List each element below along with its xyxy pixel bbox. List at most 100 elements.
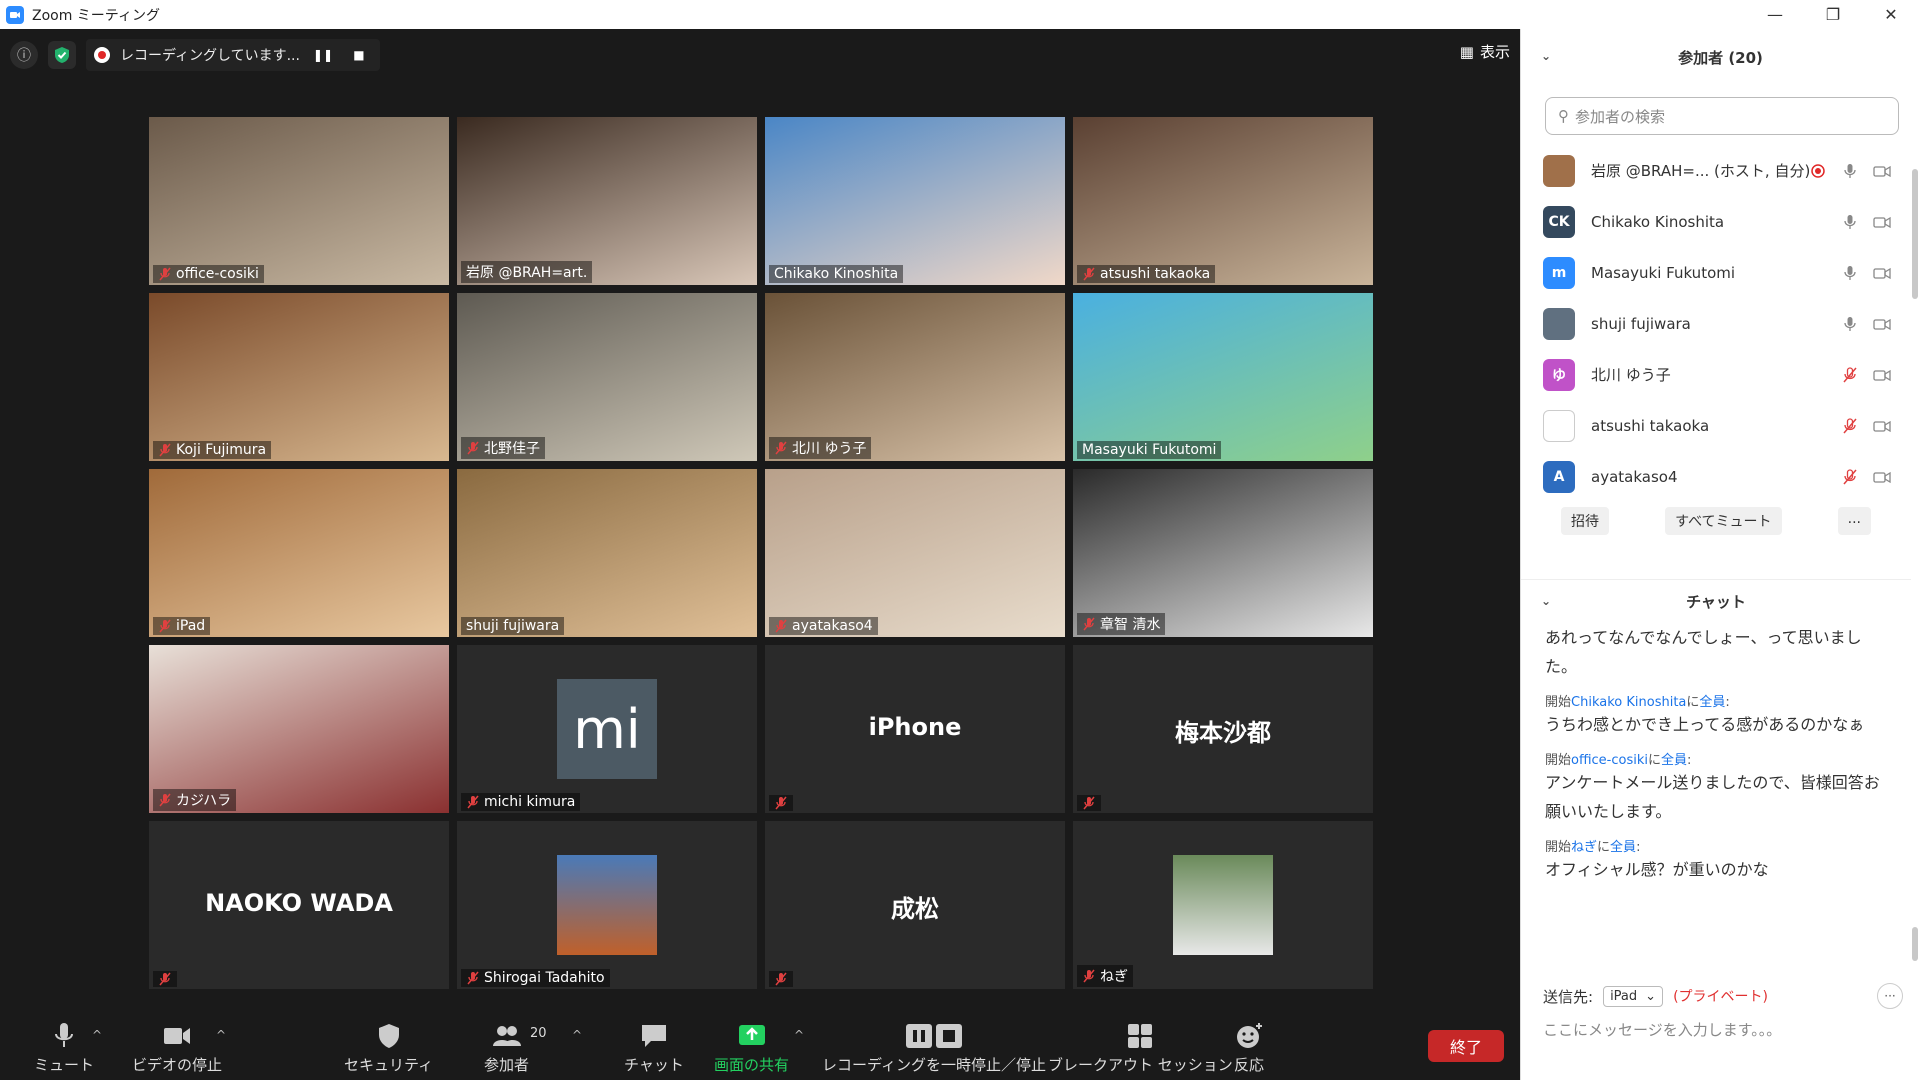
shield-check-icon[interactable] [48, 41, 76, 69]
video-tile[interactable]: Chikako Kinoshita [765, 117, 1065, 285]
pause-stop-recording-button[interactable]: レコーディングを一時停止／停止 [822, 1022, 1046, 1075]
video-tile[interactable]: office-cosiki [149, 117, 449, 285]
video-tile[interactable]: 成松 [765, 821, 1065, 989]
participant-name: 北川 ゆう子 [792, 441, 867, 457]
video-camera-icon[interactable] [1873, 366, 1891, 384]
participants-count: 20 [530, 1026, 547, 1041]
video-camera-icon[interactable] [1873, 468, 1891, 486]
invite-button[interactable]: 招待 [1561, 507, 1609, 535]
chat-message-input[interactable]: ここにメッセージを入力します。。。 [1543, 1019, 1781, 1040]
video-tile[interactable]: mi michi kimura [457, 645, 757, 813]
participant-name: iPad [176, 618, 206, 634]
private-label: (プライベート) [1673, 989, 1768, 1005]
microphone-icon[interactable] [1841, 264, 1859, 282]
microphone-icon[interactable] [1841, 162, 1859, 180]
stop-recording-button[interactable]: ■ [346, 43, 372, 67]
chat-collapse-chevron-icon[interactable]: ⌄ [1541, 594, 1551, 608]
participant-name-label: office-cosiki [153, 265, 264, 283]
more-options-button[interactable]: ... [1837, 507, 1871, 535]
send-to-select[interactable]: iPad ⌄ [1603, 985, 1664, 1007]
participant-search-input[interactable]: ⚲ 参加者の検索 [1545, 97, 1899, 135]
video-tile[interactable]: NAOKO WADA [149, 821, 449, 989]
message-recipient[interactable]: 全員 [1699, 695, 1725, 710]
message-sender[interactable]: office-cosiki [1571, 753, 1648, 768]
message-sender[interactable]: ねぎ [1571, 840, 1597, 855]
muted-mic-icon [1083, 267, 1095, 281]
video-tile[interactable]: atsushi takaoka [1073, 117, 1373, 285]
video-camera-icon[interactable] [1873, 264, 1891, 282]
video-camera-icon[interactable] [1873, 417, 1891, 435]
video-tile[interactable]: iPad [149, 469, 449, 637]
message-text: アンケートメール送りましたので、皆様回答お願いいたします。 [1545, 773, 1880, 821]
minimize-button[interactable]: — [1746, 0, 1804, 29]
video-tile[interactable]: iPhone [765, 645, 1065, 813]
share-screen-button[interactable]: 画面の共有 [714, 1022, 789, 1075]
collapse-chevron-icon[interactable]: ⌄ [1541, 49, 1551, 63]
participant-row[interactable]: shuji fujiwara [1521, 298, 1920, 349]
message-prefix: 開始 [1545, 753, 1572, 768]
participants-header: ⌄ 参加者 (20) [1521, 29, 1920, 85]
security-button[interactable]: セキュリティ [344, 1022, 433, 1075]
microphone-icon[interactable] [1841, 315, 1859, 333]
muted-mic-icon [159, 972, 171, 986]
participant-avatar: CK [1543, 205, 1575, 238]
muted-mic-icon[interactable] [1841, 366, 1859, 384]
video-camera-icon[interactable] [1873, 213, 1891, 231]
participant-name-label: カジハラ [153, 789, 237, 811]
message-sender[interactable]: Chikako Kinoshita [1571, 695, 1686, 710]
chat-header: ⌄ チャット [1521, 579, 1911, 623]
close-button[interactable]: ✕ [1862, 0, 1920, 29]
mute-all-button[interactable]: すべてミュート [1665, 507, 1782, 535]
video-tile[interactable]: 岩原 @BRAH=art. [457, 117, 757, 285]
share-options-caret-icon[interactable]: ^ [794, 1028, 804, 1042]
restore-button[interactable]: ❐ [1804, 0, 1862, 29]
participant-avatar: ゆ [1543, 358, 1575, 391]
chat-message: 開始office-cosikiに全員: アンケートメール送りましたので、皆様回答お… [1545, 749, 1891, 826]
video-tile[interactable]: 北川 ゆう子 [765, 293, 1065, 461]
participant-name: Chikako Kinoshita [1591, 212, 1725, 231]
participant-row[interactable]: Aayatakaso4 [1521, 451, 1920, 502]
video-tile[interactable]: Masayuki Fukutomi [1073, 293, 1373, 461]
participant-row[interactable]: 岩原 @BRAH=... (ホスト, 自分) [1521, 145, 1920, 196]
breakout-sessions-button[interactable]: ブレークアウト セッション [1048, 1022, 1233, 1075]
video-tile[interactable]: ayatakaso4 [765, 469, 1065, 637]
message-recipient[interactable]: 全員 [1661, 753, 1687, 768]
participant-list-scrollbar[interactable] [1912, 169, 1918, 299]
video-tile[interactable]: 章智 清水 [1073, 469, 1373, 637]
chat-scrollbar[interactable] [1912, 927, 1918, 961]
participant-name-label: Koji Fujimura [153, 441, 272, 459]
mute-options-caret-icon[interactable]: ^ [92, 1028, 102, 1042]
participant-row[interactable]: CK Chikako Kinoshita [1521, 196, 1920, 247]
video-feed [457, 117, 757, 285]
end-meeting-button[interactable]: 終了 [1428, 1030, 1504, 1062]
video-tile[interactable]: カジハラ [149, 645, 449, 813]
video-camera-icon[interactable] [1873, 315, 1891, 333]
video-camera-icon[interactable] [1873, 162, 1891, 180]
message-connector: に [1648, 753, 1662, 768]
participant-row[interactable]: atsushi takaoka [1521, 400, 1920, 451]
video-tile[interactable]: shuji fujiwara [457, 469, 757, 637]
mute-button[interactable]: ミュート [34, 1022, 94, 1075]
breakout-label: ブレークアウト セッション [1048, 1056, 1233, 1074]
info-icon[interactable]: ⓘ [10, 41, 38, 69]
video-tile[interactable]: Shirogai Tadahito [457, 821, 757, 989]
participant-row[interactable]: m Masayuki Fukutomi [1521, 247, 1920, 298]
video-tile[interactable]: 梅本沙都 [1073, 645, 1373, 813]
participant-row[interactable]: ゆ北川 ゆう子 [1521, 349, 1920, 400]
participants-button[interactable]: 参加者 [484, 1022, 529, 1075]
chat-more-button[interactable]: ··· [1877, 983, 1903, 1009]
participants-options-caret-icon[interactable]: ^ [572, 1028, 582, 1042]
video-tile[interactable]: ねぎ [1073, 821, 1373, 989]
pause-recording-button[interactable]: ❚❚ [310, 43, 336, 67]
message-recipient[interactable]: 全員 [1610, 840, 1636, 855]
view-button[interactable]: ▦ 表示 [1460, 41, 1510, 62]
muted-mic-icon[interactable] [1841, 468, 1859, 486]
video-tile[interactable]: 北野佳子 [457, 293, 757, 461]
muted-mic-icon[interactable] [1841, 417, 1859, 435]
reactions-button[interactable]: 反応 [1234, 1022, 1264, 1075]
microphone-icon[interactable] [1841, 213, 1859, 231]
stop-video-button[interactable]: ビデオの停止 [132, 1022, 222, 1075]
video-tile[interactable]: Koji Fujimura [149, 293, 449, 461]
chat-button[interactable]: チャット [624, 1022, 684, 1075]
video-options-caret-icon[interactable]: ^ [216, 1028, 226, 1042]
